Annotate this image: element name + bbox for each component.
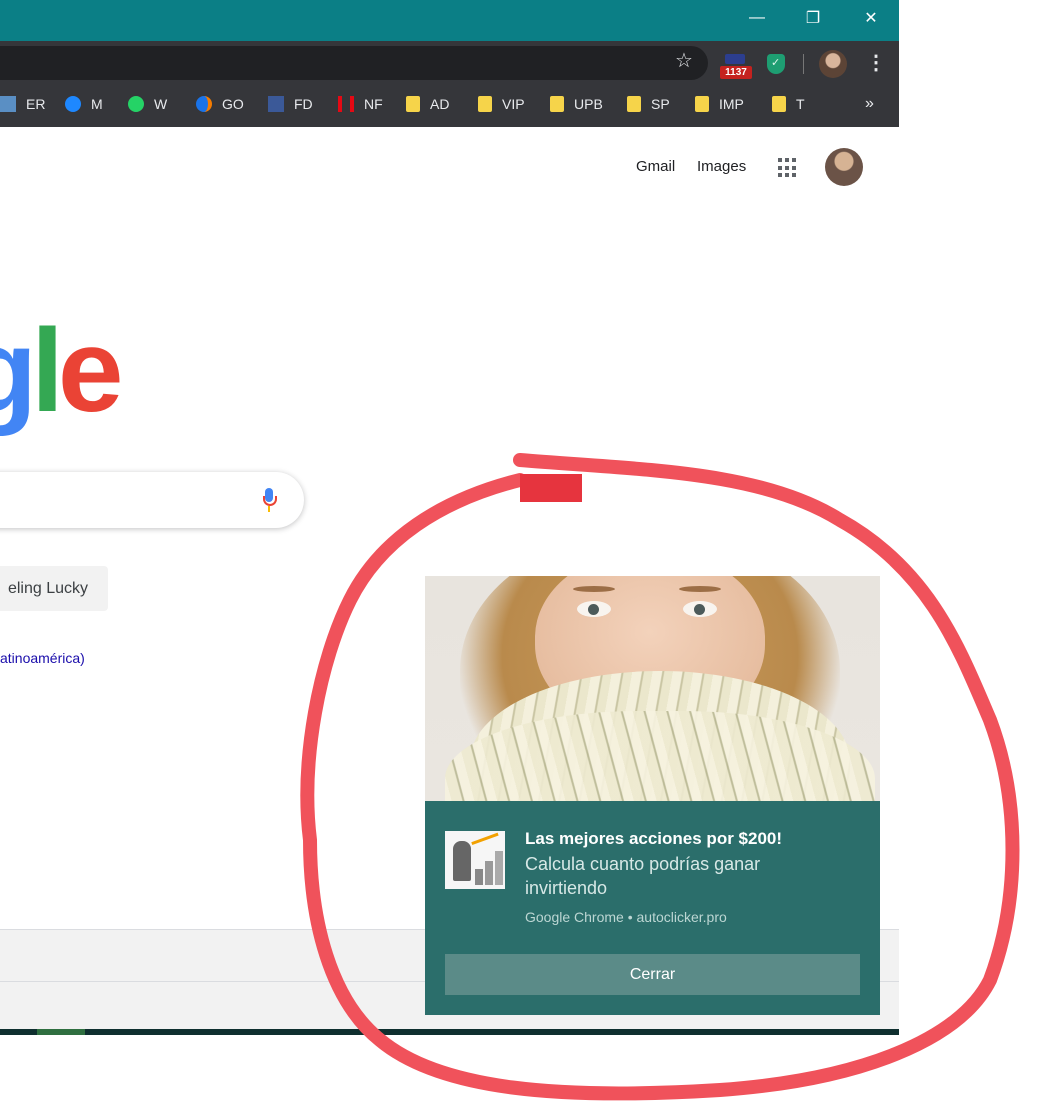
bookmark-m[interactable]: M — [65, 87, 103, 121]
menu-kebab-icon[interactable]: ⋮ — [866, 50, 886, 75]
restore-button[interactable]: ❐ — [784, 0, 842, 36]
extension-icon — [725, 54, 745, 64]
folder-icon — [478, 96, 492, 112]
bookmark-sp[interactable]: SP — [627, 87, 670, 121]
microphone-icon[interactable] — [263, 488, 277, 514]
google-logo: gle — [0, 312, 123, 430]
apps-grid-icon[interactable] — [778, 158, 798, 178]
search-input[interactable] — [0, 472, 304, 528]
bookmark-label: ER — [26, 96, 46, 112]
logo-letter-g: g — [0, 305, 37, 437]
notification-body: Las mejores acciones por $200! Calcula c… — [425, 801, 880, 1015]
logo-letter-e: e — [57, 305, 124, 437]
notification-source: Google Chrome • autoclicker.pro — [525, 909, 727, 925]
folder-icon — [550, 96, 564, 112]
close-window-button[interactable]: ✕ — [842, 0, 899, 36]
bookmark-ad[interactable]: AD — [406, 87, 449, 121]
bookmark-nf[interactable]: NF — [338, 87, 383, 121]
minimize-button[interactable]: — — [728, 0, 786, 36]
browser-toolbar — [0, 41, 899, 87]
chart-icon — [0, 96, 16, 112]
toolbar-divider — [803, 54, 804, 74]
address-bar[interactable] — [0, 46, 708, 80]
go-icon — [196, 96, 212, 112]
taskbar — [0, 1029, 899, 1035]
notification-text: Calcula cuanto podrías ganar invirtiendo — [525, 854, 761, 898]
bookmark-label: M — [91, 96, 103, 112]
folder-icon — [695, 96, 709, 112]
facebook-icon — [268, 96, 284, 112]
folder-icon — [627, 96, 641, 112]
account-avatar[interactable] — [825, 148, 863, 186]
bookmark-label: NF — [364, 96, 383, 112]
extension-badge: 1137 — [720, 66, 752, 79]
bookmark-upb[interactable]: UPB — [550, 87, 603, 121]
bookmark-label: GO — [222, 96, 244, 112]
bookmark-label: FD — [294, 96, 313, 112]
feeling-lucky-button[interactable]: eling Lucky — [0, 566, 108, 611]
push-notification[interactable]: Las mejores acciones por $200! Calcula c… — [425, 576, 880, 1015]
images-link[interactable]: Images — [697, 158, 746, 175]
language-link[interactable]: atinoamérica) — [0, 650, 85, 666]
folder-icon — [406, 96, 420, 112]
bookmark-label: T — [796, 96, 805, 112]
title-bar: — ❐ ✕ — [0, 0, 899, 41]
logo-letter-l: l — [31, 305, 64, 437]
messenger-icon — [65, 96, 81, 112]
netflix-icon — [338, 96, 354, 112]
notification-hero-image — [425, 576, 880, 801]
folder-icon — [772, 96, 786, 112]
gmail-link[interactable]: Gmail — [636, 158, 675, 175]
bookmark-imp[interactable]: IMP — [695, 87, 744, 121]
bookmark-vip[interactable]: VIP — [478, 87, 525, 121]
taskbar-active-app[interactable] — [37, 1029, 85, 1035]
bookmark-go[interactable]: GO — [196, 87, 244, 121]
bookmark-label: W — [154, 96, 168, 112]
profile-avatar[interactable] — [819, 50, 847, 78]
more-bookmarks-button[interactable]: » — [865, 95, 874, 113]
close-notification-button[interactable]: Cerrar — [445, 954, 860, 995]
bookmark-t[interactable]: T — [772, 87, 805, 121]
bookmark-label: IMP — [719, 96, 744, 112]
bookmark-label: SP — [651, 96, 670, 112]
bookmark-star-icon[interactable]: ☆ — [675, 48, 693, 73]
notification-thumbnail — [445, 831, 505, 889]
bookmarks-bar: ER M W GO FD NF AD VIP UPB SP IMP T » — [0, 87, 899, 127]
bookmark-w[interactable]: W — [128, 87, 167, 121]
bookmark-fd[interactable]: FD — [268, 87, 313, 121]
whatsapp-icon — [128, 96, 144, 112]
bookmark-er[interactable]: ER — [0, 87, 45, 121]
notification-title: Las mejores acciones por $200! — [525, 829, 783, 848]
extension-button[interactable]: 1137 — [720, 52, 752, 79]
bookmark-label: UPB — [574, 96, 603, 112]
bookmark-label: AD — [430, 96, 450, 112]
bookmark-label: VIP — [502, 96, 525, 112]
shield-extension-icon[interactable] — [767, 54, 785, 74]
